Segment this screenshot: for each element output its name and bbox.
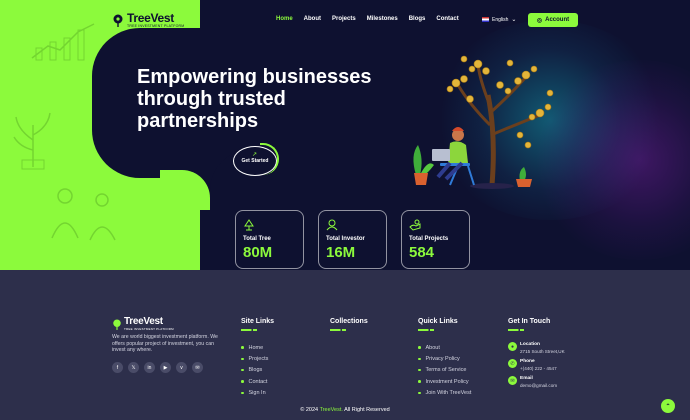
- decorative-people: [51, 188, 116, 241]
- email-icon: ✉: [508, 376, 517, 385]
- phone-icon: ✆: [508, 359, 517, 368]
- account-label: Account: [545, 17, 570, 23]
- stat-value: 584: [409, 244, 435, 261]
- contact-info: ● Location 2715 South Street,UK ✆ Phone …: [508, 342, 565, 393]
- chevron-down-icon: ⌄: [511, 17, 517, 23]
- footer-link-blogs[interactable]: Blogs: [241, 365, 274, 376]
- footer-link-home[interactable]: Home: [241, 342, 274, 353]
- footer-brand-tagline: TREE INVESTMENT PLATFORM: [124, 327, 174, 331]
- title-underline: [508, 329, 524, 331]
- brand-tagline: TREE INVESTMENT PLATFORM: [127, 24, 185, 28]
- stat-label: Total Investor: [326, 236, 365, 242]
- scroll-to-top-button[interactable]: ⌃: [661, 399, 675, 413]
- decorative-plant: [13, 112, 51, 170]
- projects-icon: [409, 219, 421, 231]
- user-icon: ◎: [536, 17, 543, 24]
- nav-contact[interactable]: Contact: [436, 16, 458, 22]
- stat-card-tree: Total Tree 80M: [235, 210, 304, 269]
- contact-phone: ✆ Phone +(440) 222 - 4547: [508, 359, 565, 371]
- stat-card-investor: Total Investor 16M: [318, 210, 387, 269]
- contact-location: ● Location 2715 South Street,UK: [508, 342, 565, 354]
- brand-logo[interactable]: TreeVest TREE INVESTMENT PLATFORM: [112, 12, 184, 29]
- footer: TreeVest TREE INVESTMENT PLATFORM We are…: [0, 270, 690, 420]
- quick-links-column: Quick Links About Privacy Policy Terms o…: [418, 318, 471, 398]
- title-underline: [241, 329, 257, 331]
- contact-email: ✉ Email demo@gmail.com: [508, 376, 565, 388]
- brand-name: TreeVest: [127, 11, 174, 25]
- stats-row: Total Tree 80M Total Investor 16M Total …: [235, 210, 470, 269]
- arrow-up-right-icon: ↗: [252, 152, 258, 158]
- site-links-column: Site Links Home Projects Blogs Contact S…: [241, 318, 274, 398]
- account-button[interactable]: ◎ Account: [528, 13, 578, 27]
- tree-logo-icon: [113, 14, 123, 27]
- language-label: English: [492, 16, 509, 23]
- nav-home[interactable]: Home: [276, 16, 293, 22]
- footer-link-projects[interactable]: Projects: [241, 353, 274, 364]
- collections-column: Collections: [330, 318, 368, 331]
- get-in-touch-title: Get In Touch: [508, 318, 551, 325]
- stat-value: 16M: [326, 244, 356, 261]
- top-nav: TreeVest TREE INVESTMENT PLATFORM Home A…: [0, 0, 690, 40]
- location-pin-icon: ●: [508, 342, 517, 351]
- facebook-icon[interactable]: f: [112, 362, 123, 373]
- footer-link-contact[interactable]: Contact: [241, 376, 274, 387]
- main-menu: Home About Projects Milestones Blogs Con…: [276, 16, 470, 22]
- stat-value: 80M: [243, 244, 273, 261]
- stat-card-projects: Total Projects 584: [401, 210, 470, 269]
- investor-icon: [326, 219, 338, 231]
- footer-link-about[interactable]: About: [418, 342, 471, 353]
- footer-link-terms[interactable]: Terms of Service: [418, 365, 471, 376]
- flag-icon: [482, 17, 489, 22]
- hero-headline: Empowering businesses through trusted pa…: [137, 66, 372, 132]
- quick-links-title: Quick Links: [418, 318, 458, 325]
- tree-logo-icon: [113, 319, 121, 330]
- social-links: f 𝕏 in ▶ v ✉: [112, 362, 203, 373]
- footer-link-join[interactable]: Join With TreeVest: [418, 387, 471, 398]
- vimeo-icon[interactable]: v: [176, 362, 187, 373]
- footer-about-text: We are world biggest investment platform…: [112, 334, 218, 353]
- title-underline: [330, 329, 346, 331]
- footer-logo[interactable]: TreeVest TREE INVESTMENT PLATFORM: [112, 317, 174, 331]
- collections-title: Collections: [330, 318, 368, 325]
- nav-milestones[interactable]: Milestones: [367, 16, 398, 22]
- copyright-brand[interactable]: TreeVest.: [320, 407, 343, 413]
- stat-label: Total Tree: [243, 236, 271, 242]
- language-selector[interactable]: English ⌄: [482, 16, 516, 23]
- x-twitter-icon[interactable]: 𝕏: [128, 362, 139, 373]
- nav-projects[interactable]: Projects: [332, 16, 356, 22]
- chevron-up-icon: ⌃: [665, 403, 671, 410]
- get-in-touch-column: Get In Touch: [508, 318, 550, 331]
- site-links-title: Site Links: [241, 318, 275, 325]
- footer-link-sign-in[interactable]: Sign In: [241, 387, 274, 398]
- hero-section: TreeVest TREE INVESTMENT PLATFORM Home A…: [0, 0, 690, 270]
- youtube-icon[interactable]: ▶: [160, 362, 171, 373]
- footer-link-privacy[interactable]: Privacy Policy: [418, 353, 471, 364]
- title-underline: [418, 329, 434, 331]
- linkedin-icon[interactable]: in: [144, 362, 155, 373]
- nav-blogs[interactable]: Blogs: [409, 16, 426, 22]
- nav-about[interactable]: About: [304, 16, 321, 22]
- investor-tree-illustration: [413, 55, 554, 189]
- footer-link-investment-policy[interactable]: Investment Policy: [418, 376, 471, 387]
- stat-label: Total Projects: [409, 236, 449, 242]
- mail-icon[interactable]: ✉: [192, 362, 203, 373]
- copyright: © 2024 TreeVest. All Right Reserved: [300, 407, 390, 413]
- footer-brand-name: TreeVest: [124, 316, 163, 327]
- tree-icon: [244, 219, 254, 231]
